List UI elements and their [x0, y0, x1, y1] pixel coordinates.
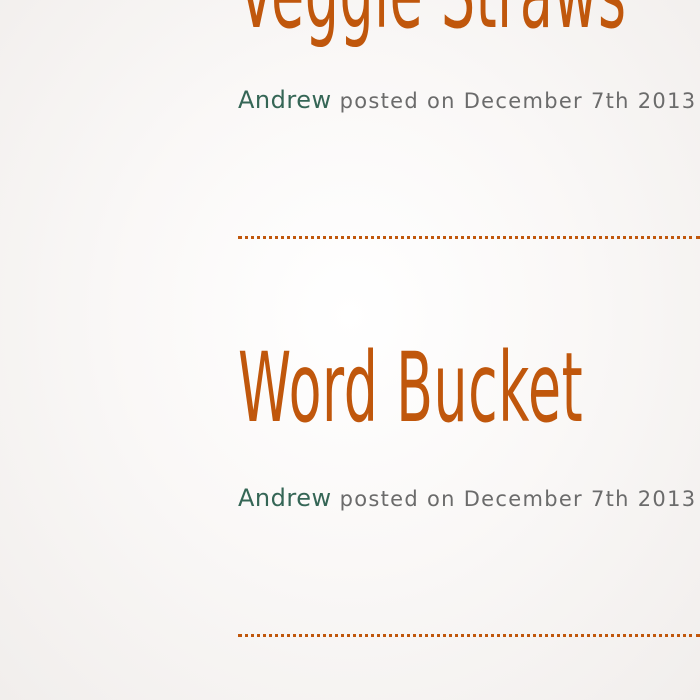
post-meta: Andrew posted on December 7th 2013 — [238, 86, 696, 114]
post-author-link[interactable]: Andrew — [238, 484, 332, 512]
post-title[interactable]: Veggie Straws — [238, 0, 627, 42]
post-title[interactable]: Word Bucket — [238, 340, 583, 436]
post-date-text: posted on December 7th 2013 — [331, 89, 697, 113]
post-date-text: posted on December 7th 2013 — [331, 487, 697, 511]
post-divider — [238, 634, 700, 637]
post-meta: Andrew posted on December 7th 2013 — [238, 484, 696, 512]
post-author-link[interactable]: Andrew — [238, 86, 332, 114]
post-divider — [238, 236, 700, 239]
